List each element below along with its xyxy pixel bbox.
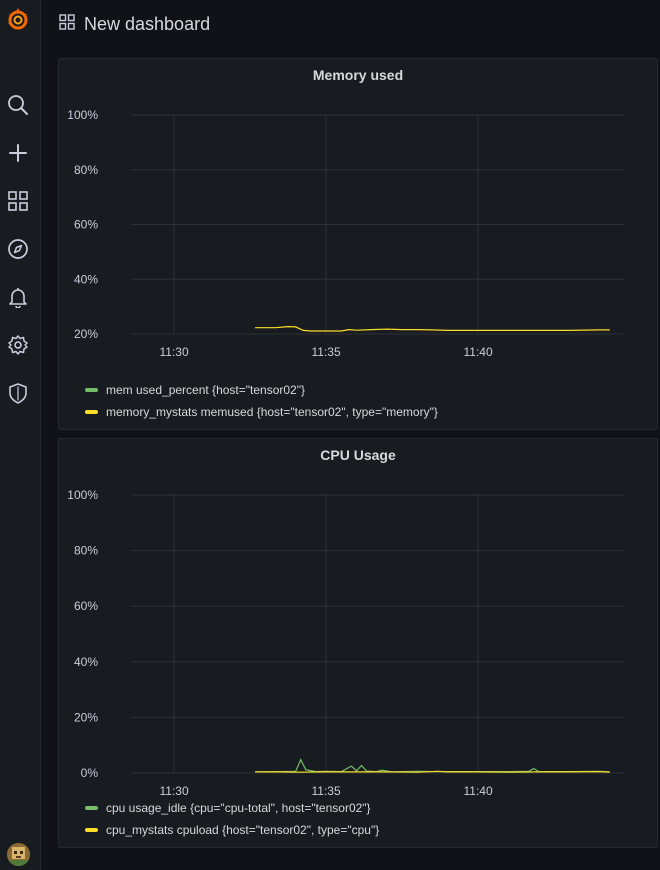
dashboards-icon[interactable] xyxy=(6,189,30,213)
x-tick-label: 11:40 xyxy=(463,345,492,359)
legend-swatch xyxy=(85,410,98,414)
y-tick-label: 80% xyxy=(74,544,98,558)
legend-item[interactable]: memory_mystats memused {host="tensor02",… xyxy=(85,401,438,423)
x-tick-label: 11:35 xyxy=(311,784,340,798)
y-tick-label: 40% xyxy=(74,272,98,286)
series-line[interactable] xyxy=(255,770,610,773)
y-tick-label: 40% xyxy=(74,655,98,669)
legend-swatch xyxy=(85,828,98,832)
page-title[interactable]: New dashboard xyxy=(84,14,210,35)
server-admin-shield-icon[interactable] xyxy=(6,381,30,405)
dashboard-grid-icon xyxy=(59,14,75,35)
legend-label: memory_mystats memused {host="tensor02",… xyxy=(106,405,438,419)
x-tick-label: 11:40 xyxy=(463,784,492,798)
y-tick-label: 60% xyxy=(74,218,98,232)
user-avatar[interactable] xyxy=(7,843,30,866)
y-tick-label: 80% xyxy=(74,163,98,177)
legend-item[interactable]: mem used_percent {host="tensor02"} xyxy=(85,379,438,401)
legend-label: cpu_mystats cpuload {host="tensor02", ty… xyxy=(106,823,380,837)
search-icon[interactable] xyxy=(6,93,30,117)
y-tick-label: 60% xyxy=(74,599,98,613)
legend-swatch xyxy=(85,388,98,392)
y-tick-label: 20% xyxy=(74,327,98,341)
series-line[interactable] xyxy=(255,325,610,332)
top-bar: New dashboard xyxy=(41,0,660,50)
legend-swatch xyxy=(85,806,98,810)
y-tick-label: 100% xyxy=(67,108,98,122)
legend-item[interactable]: cpu_mystats cpuload {host="tensor02", ty… xyxy=(85,819,379,841)
y-tick-label: 100% xyxy=(67,488,98,502)
legend-label: cpu usage_idle {cpu="cpu-total", host="t… xyxy=(106,801,371,815)
legend-label: mem used_percent {host="tensor02"} xyxy=(106,383,305,397)
legend: mem used_percent {host="tensor02"} memor… xyxy=(85,379,438,423)
grafana-logo-icon[interactable] xyxy=(5,6,31,32)
memory-used-graph[interactable]: 20% 40% 60% 80% 100% 11:30 11:35 11:40 xyxy=(59,59,657,429)
x-tick-label: 11:30 xyxy=(159,784,188,798)
explore-compass-icon[interactable] xyxy=(6,237,30,261)
series-line[interactable] xyxy=(255,758,610,773)
x-tick-label: 11:30 xyxy=(159,345,188,359)
plus-icon[interactable] xyxy=(6,141,30,165)
y-tick-label: 0% xyxy=(81,766,99,780)
cpu-usage-graph[interactable]: 0% 20% 40% 60% 80% 100% 11:30 11:35 11:40 xyxy=(59,439,657,847)
alerting-bell-icon[interactable] xyxy=(6,285,30,309)
y-tick-label: 20% xyxy=(74,710,98,724)
dashboard-title-area[interactable]: New dashboard xyxy=(59,14,210,35)
configuration-gear-icon[interactable] xyxy=(6,333,30,357)
sidebar xyxy=(0,0,41,870)
panel-memory-used[interactable]: Memory used 20% 40% 60% 80% 100% 11:30 11:35 11… xyxy=(58,58,658,430)
legend-item[interactable]: cpu usage_idle {cpu="cpu-total", host="t… xyxy=(85,797,379,819)
panel-cpu-usage[interactable]: CPU Usage 0% 20% 40% 60% 80% 100% 11:30 11:35 11… xyxy=(58,438,658,848)
legend: cpu usage_idle {cpu="cpu-total", host="t… xyxy=(85,797,379,841)
x-tick-label: 11:35 xyxy=(311,345,340,359)
